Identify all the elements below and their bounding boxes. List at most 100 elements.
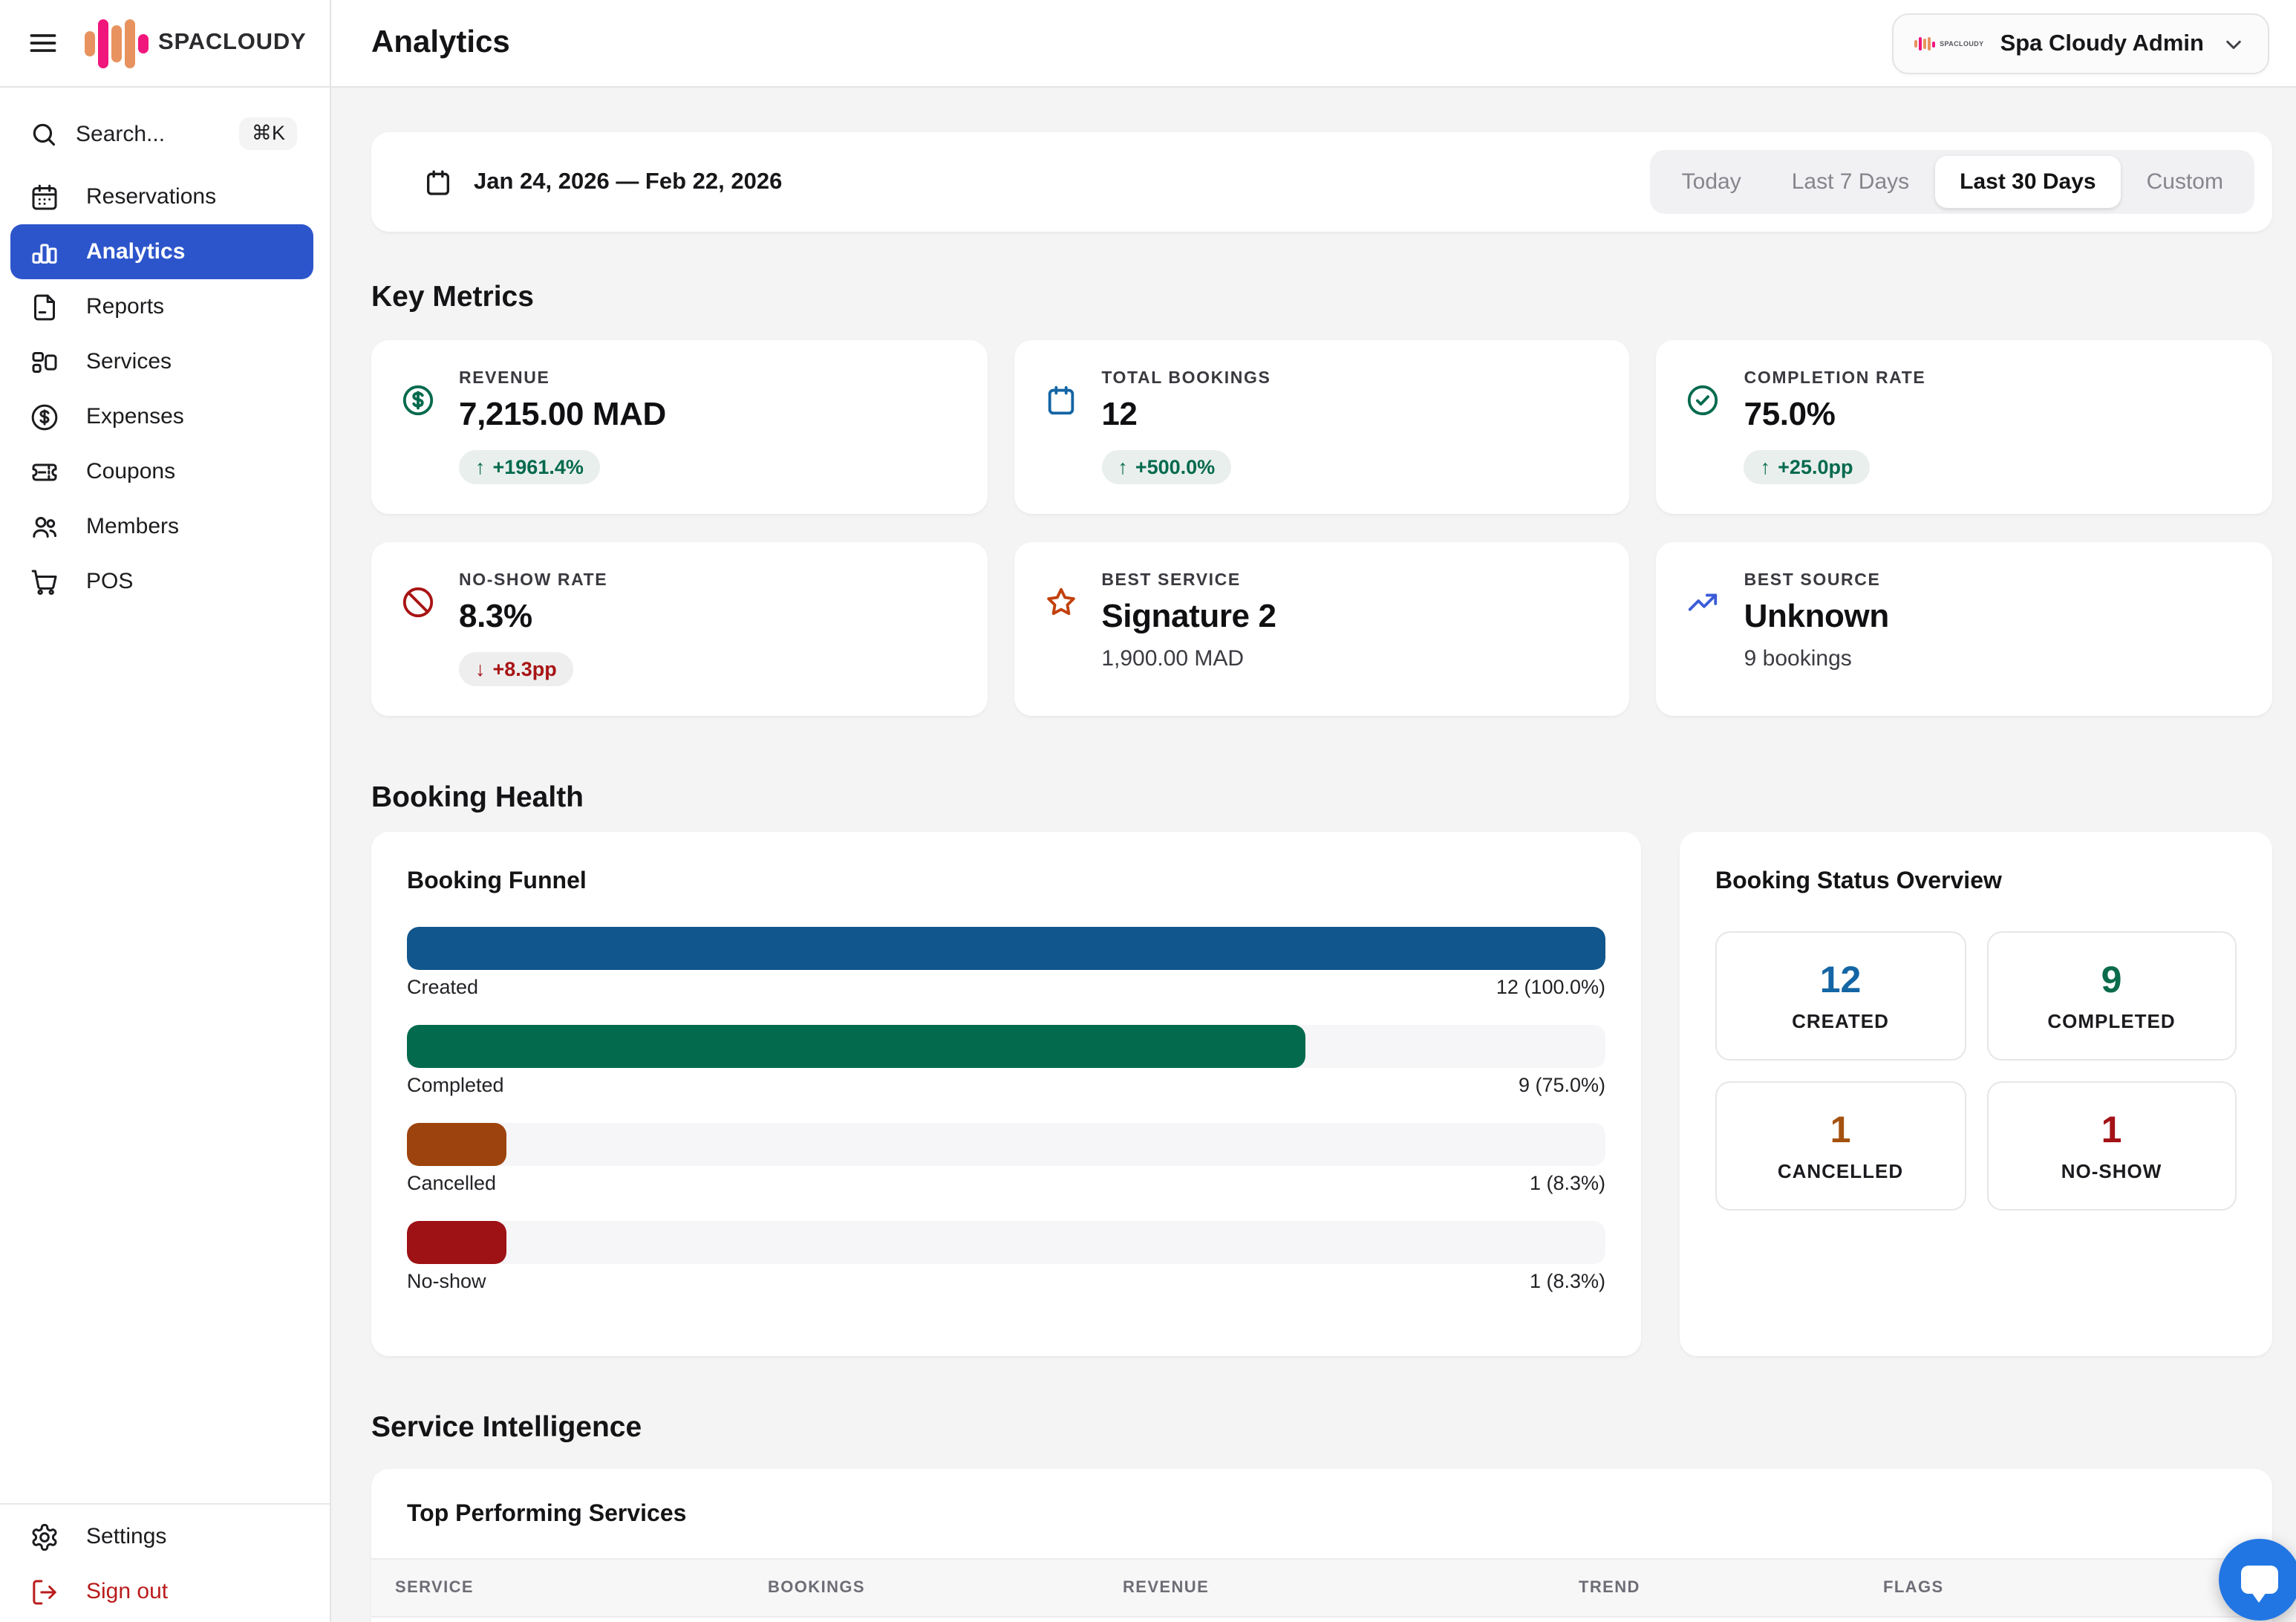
metric-value: 12 — [1101, 395, 1271, 434]
sidebar-item-settings[interactable]: Settings — [0, 1509, 330, 1564]
layout-icon — [30, 347, 59, 377]
status-count: 12 — [1820, 960, 1862, 1003]
main-content: Jan 24, 2026 — Feb 22, 2026 Today Last 7… — [331, 88, 2296, 1622]
funnel-label: Completed — [407, 1074, 504, 1096]
metric-card-completion-rate: COMPLETION RATE 75.0% ↑+25.0pp — [1657, 340, 2272, 514]
booking-status-card: Booking Status Overview 12 CREATED 9 COM… — [1680, 832, 2272, 1356]
range-button-last-30-days[interactable]: Last 30 Days — [1934, 156, 2121, 208]
logo-bars-icon — [85, 19, 148, 68]
trend-badge: ↑+25.0pp — [1744, 450, 1870, 484]
sidebar: SPACLOUDY Search... ⌘K Reservations Anal… — [0, 0, 331, 1622]
brand-logo: SPACLOUDY — [85, 19, 307, 68]
ban-icon — [401, 585, 440, 692]
funnel-bar — [407, 927, 1605, 970]
status-label: COMPLETED — [2047, 1010, 2175, 1032]
date-range-segmented-control: Today Last 7 Days Last 30 Days Custom — [1651, 150, 2254, 214]
mini-brand-logo: SPACLOUDY — [1914, 37, 1983, 51]
check-circle-icon — [1686, 383, 1725, 490]
status-grid: 12 CREATED 9 COMPLETED 1 CANCELLED 1 NO-… — [1715, 931, 2237, 1211]
arrow-up-icon: ↑ — [1118, 456, 1128, 478]
status-label: CREATED — [1792, 1010, 1889, 1032]
booking-health-row: Booking Funnel Created12 (100.0%) Comple… — [371, 832, 2272, 1356]
column-header-flags: FLAGS — [1883, 1579, 2248, 1597]
trending-up-icon — [1686, 585, 1725, 692]
sidebar-item-services[interactable]: Services — [0, 334, 330, 389]
metric-label: BEST SOURCE — [1744, 572, 1889, 590]
sidebar-item-reports[interactable]: Reports — [0, 279, 330, 334]
file-text-icon — [30, 292, 59, 322]
brand-name: SPACLOUDY — [158, 30, 307, 56]
metric-card-best-source: BEST SOURCE Unknown 9 bookings — [1657, 542, 2272, 716]
calendar-days-icon — [30, 182, 59, 212]
sidebar-item-analytics[interactable]: Analytics — [10, 224, 313, 279]
funnel-label: No-show — [407, 1270, 486, 1292]
account-menu-button[interactable]: SPACLOUDY Spa Cloudy Admin — [1892, 13, 2269, 74]
account-label: Spa Cloudy Admin — [2000, 30, 2204, 57]
sidebar-item-coupons[interactable]: Coupons — [0, 444, 330, 499]
status-count: 1 — [2101, 1110, 2122, 1153]
search-input[interactable]: Search... ⌘K — [0, 107, 330, 160]
metric-card-best-service: BEST SERVICE Signature 2 1,900.00 MAD — [1014, 542, 1629, 716]
funnel-bar — [407, 1221, 506, 1264]
status-label: NO-SHOW — [2061, 1160, 2162, 1182]
gear-icon — [30, 1522, 59, 1551]
bar-chart-icon — [30, 237, 59, 267]
chat-widget-button[interactable] — [2219, 1539, 2296, 1621]
funnel-label: Created — [407, 976, 478, 998]
chat-bubble-icon — [2241, 1566, 2278, 1594]
key-metrics-grid: REVENUE 7,215.00 MAD ↑+1961.4% TOTAL BOO… — [371, 340, 2272, 716]
funnel-bar — [407, 1025, 1306, 1068]
column-header-trend: TREND — [1579, 1579, 1883, 1597]
metric-value: Unknown — [1744, 597, 1889, 636]
status-tile-created: 12 CREATED — [1715, 931, 1966, 1061]
arrow-up-icon: ↑ — [1761, 456, 1771, 478]
star-icon — [1043, 585, 1082, 692]
page-title: Analytics — [371, 25, 510, 61]
range-button-today[interactable]: Today — [1657, 156, 1767, 208]
sidebar-item-expenses[interactable]: Expenses — [0, 389, 330, 444]
metric-subtext: 1,900.00 MAD — [1101, 646, 1276, 671]
column-header-service: SERVICE — [395, 1579, 768, 1597]
date-range-label: Jan 24, 2026 — Feb 22, 2026 — [474, 169, 782, 195]
range-button-last-7-days[interactable]: Last 7 Days — [1767, 156, 1934, 208]
funnel-bar — [407, 1123, 506, 1166]
sidebar-item-pos[interactable]: POS — [0, 554, 330, 609]
metric-label: COMPLETION RATE — [1744, 370, 1926, 388]
calendar-icon — [423, 167, 453, 197]
arrow-up-icon: ↑ — [475, 456, 486, 478]
metric-card-total-bookings: TOTAL BOOKINGS 12 ↑+500.0% — [1014, 340, 1629, 514]
trend-badge: ↓+8.3pp — [459, 652, 573, 686]
metric-value: 75.0% — [1744, 395, 1926, 434]
sidebar-nav: Reservations Analytics Reports Services … — [0, 169, 330, 609]
sidebar-header: SPACLOUDY — [0, 0, 330, 88]
column-header-bookings: BOOKINGS — [768, 1579, 1123, 1597]
sidebar-item-members[interactable]: Members — [0, 499, 330, 554]
topbar: Analytics SPACLOUDY Spa Cloudy Admin — [331, 0, 2296, 88]
funnel-value: 1 (8.3%) — [1530, 1270, 1605, 1292]
menu-icon[interactable] — [27, 27, 59, 59]
shopping-cart-icon — [30, 567, 59, 596]
section-title-key-metrics: Key Metrics — [371, 281, 2272, 315]
range-button-custom[interactable]: Custom — [2121, 156, 2248, 208]
chevron-down-icon — [2220, 30, 2247, 57]
status-tile-completed: 9 COMPLETED — [1986, 931, 2237, 1061]
search-placeholder: Search... — [76, 121, 165, 146]
metric-value: Signature 2 — [1101, 597, 1276, 636]
sidebar-footer: Settings Sign out — [0, 1503, 330, 1619]
funnel-row-cancelled: Cancelled1 (8.3%) — [407, 1123, 1605, 1194]
sidebar-item-signout[interactable]: Sign out — [0, 1564, 330, 1619]
logout-icon — [30, 1577, 59, 1606]
funnel-row-created: Created12 (100.0%) — [407, 927, 1605, 998]
funnel-title: Booking Funnel — [407, 869, 1605, 896]
section-title-service-intelligence: Service Intelligence — [371, 1411, 2272, 1445]
sidebar-item-reservations[interactable]: Reservations — [0, 169, 330, 224]
users-icon — [30, 512, 59, 541]
metric-label: TOTAL BOOKINGS — [1101, 370, 1271, 388]
mini-logo-bars-icon — [1914, 37, 1935, 51]
trend-badge: ↑+500.0% — [1101, 450, 1231, 484]
dollar-circle-icon — [30, 402, 59, 431]
trend-badge: ↑+1961.4% — [459, 450, 600, 484]
section-title-booking-health: Booking Health — [371, 781, 2272, 815]
funnel-chart: Created12 (100.0%) Completed9 (75.0%) Ca… — [407, 927, 1605, 1292]
metric-card-revenue: REVENUE 7,215.00 MAD ↑+1961.4% — [371, 340, 987, 514]
